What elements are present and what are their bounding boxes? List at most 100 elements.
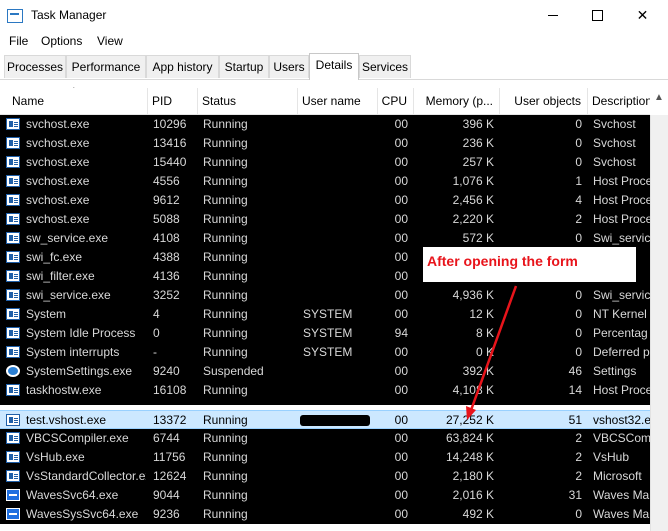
cell-user-objects: 2 [575,469,582,483]
cell-status: Running [203,307,248,321]
process-row[interactable]: swi_service.exe 3252 Running 00 4,936 K 0 Swi_… [0,286,650,305]
cell-user-objects: 0 [575,231,582,245]
column-name[interactable]: Name [8,88,148,114]
process-row[interactable]: SystemSettings.exe 9240 Suspended 00 392 K 46… [0,362,650,381]
settings-gear-icon [6,365,20,377]
process-window-icon [6,308,20,320]
cell-name: WavesSysSvc64.exe [26,507,139,521]
process-row[interactable]: svchost.exe 15440 Running 00 257 K 0 Svchost [0,153,650,172]
cell-memory: 2,180 K [452,469,494,483]
cell-memory: 0 K [475,345,494,359]
process-row[interactable]: WavesSysSvc64.exe 9236 Running 00 492 K 0 Wave… [0,505,650,524]
cell-memory: 396 K [462,117,494,131]
process-row[interactable]: svchost.exe 4556 Running 00 1,076 K 1 Host Pro… [0,172,650,191]
cell-pid: 9240 [153,364,180,378]
scroll-up-arrow-icon[interactable]: ▲ [652,92,666,108]
cell-user-objects: 0 [575,288,582,302]
cell-user [303,286,377,305]
cell-description: Waves Ma [593,488,650,502]
minimize-button[interactable] [530,0,575,31]
tab-performance[interactable]: Performance [66,55,146,78]
cell-name: WavesSvc64.exe [26,488,119,502]
close-button[interactable]: ✕ [620,0,665,31]
column-status[interactable]: Status [198,88,298,114]
cell-pid: - [153,345,157,359]
cell-description: Host Proce [593,383,650,397]
cell-user [303,134,377,153]
cell-memory: 12 K [469,307,494,321]
redacted-user-name [300,415,370,426]
cell-user: SYSTEM [303,307,353,321]
cell-name: VBCSCompiler.exe [26,431,129,445]
cell-status: Running [203,269,248,283]
cell-memory: 2,016 K [452,488,494,502]
process-row[interactable]: WavesSvc64.exe 9044 Running 00 2,016 K 31 Wave… [0,486,650,505]
cell-cpu: 00 [394,488,408,502]
cell-pid: 4108 [153,231,180,245]
tab-details[interactable]: Details [309,53,359,80]
cell-memory: 392 K [462,364,494,378]
cell-name: System [26,307,67,321]
process-window-icon [6,327,20,339]
tab-users[interactable]: Users [269,55,309,78]
tab-app-history[interactable]: App history [146,55,219,78]
cell-pid: 3252 [153,288,180,302]
column-description[interactable]: Description [588,88,650,114]
menu-view[interactable]: View [97,34,123,48]
process-row[interactable]: System 4 Running SYSTEM 00 12 K 0 NT Kernel [0,305,650,324]
cell-name: svchost.exe [26,117,90,131]
cell-status: Running [203,117,248,131]
process-row[interactable]: svchost.exe 9612 Running 00 2,456 K 4 Host Pro… [0,191,650,210]
tab-processes[interactable]: Processes [4,55,66,78]
cell-description: Waves Ma [593,507,650,521]
process-row[interactable]: VBCSCompiler.exe 6744 Running 00 63,824 K 2 VB… [0,429,650,448]
column-cpu[interactable]: CPU [378,88,414,114]
process-row[interactable]: svchost.exe 10296 Running 00 396 K 0 Svchost [0,115,650,134]
waves-icon [6,489,20,501]
cell-description: Svchost [593,155,636,169]
process-row[interactable]: System Idle Process 0 Running SYSTEM 94 8 K0P… [0,324,650,343]
cell-status: Running [203,155,248,169]
cell-user [303,429,377,448]
tab-startup[interactable]: Startup [219,55,269,78]
cell-name: VsStandardCollector.exe [26,469,146,483]
menu-options[interactable]: Options [41,34,82,48]
cell-description: Percentag [593,326,648,340]
cell-cpu: 00 [394,136,408,150]
process-row[interactable]: VsStandardCollector.exe 12624 Running 00 2,1… [0,467,650,486]
process-row[interactable]: taskhostw.exe 16108 Running 00 4,108 K 14 Host… [0,381,650,400]
waves-icon [6,508,20,520]
cell-user [303,267,377,286]
process-row[interactable]: System interrupts - Running SYSTEM 00 0 K 0 Def… [0,343,650,362]
process-window-icon [6,251,20,263]
selected-process-row[interactable]: test.vshost.exe 13372 Running 00 27,252 K 51 v… [0,410,650,429]
cell-pid: 9236 [153,507,180,521]
cell-user-objects: 0 [575,326,582,340]
column-user-name[interactable]: User name [298,88,378,114]
cell-user [303,248,377,267]
column-user-objects[interactable]: User objects [500,88,588,114]
process-row[interactable]: sw_service.exe 4108 Running 00 572 K 0 Swi_ser… [0,229,650,248]
cell-description: Host Proce [593,193,650,207]
column-memory[interactable]: Memory (p... [414,88,500,114]
process-row[interactable]: svchost.exe 5088 Running 00 2,220 K 2 Host Pro… [0,210,650,229]
cell-status: Running [203,250,248,264]
cell-description: Swi_servic [593,231,650,245]
partial-row [0,400,650,405]
cell-memory: 2,220 K [452,212,494,226]
column-pid[interactable]: PID [148,88,198,114]
cell-name: svchost.exe [26,212,90,226]
cell-cpu: 00 [394,288,408,302]
vertical-scrollbar[interactable] [650,115,668,531]
menu-file[interactable]: File [9,34,28,48]
tab-services[interactable]: Services [359,55,411,78]
cell-name: sw_service.exe [26,231,109,245]
process-row[interactable]: svchost.exe 13416 Running 00 236 K 0 Svchost [0,134,650,153]
process-row[interactable]: VsHub.exe 11756 Running 00 14,248 K 2 VsHub [0,448,650,467]
cell-status: Running [203,450,248,464]
cell-name: System Idle Process [26,326,136,340]
maximize-button[interactable] [575,0,620,31]
cell-user-objects: 2 [575,450,582,464]
cell-name: test.vshost.exe [26,413,107,427]
cell-pid: 11756 [153,450,186,464]
